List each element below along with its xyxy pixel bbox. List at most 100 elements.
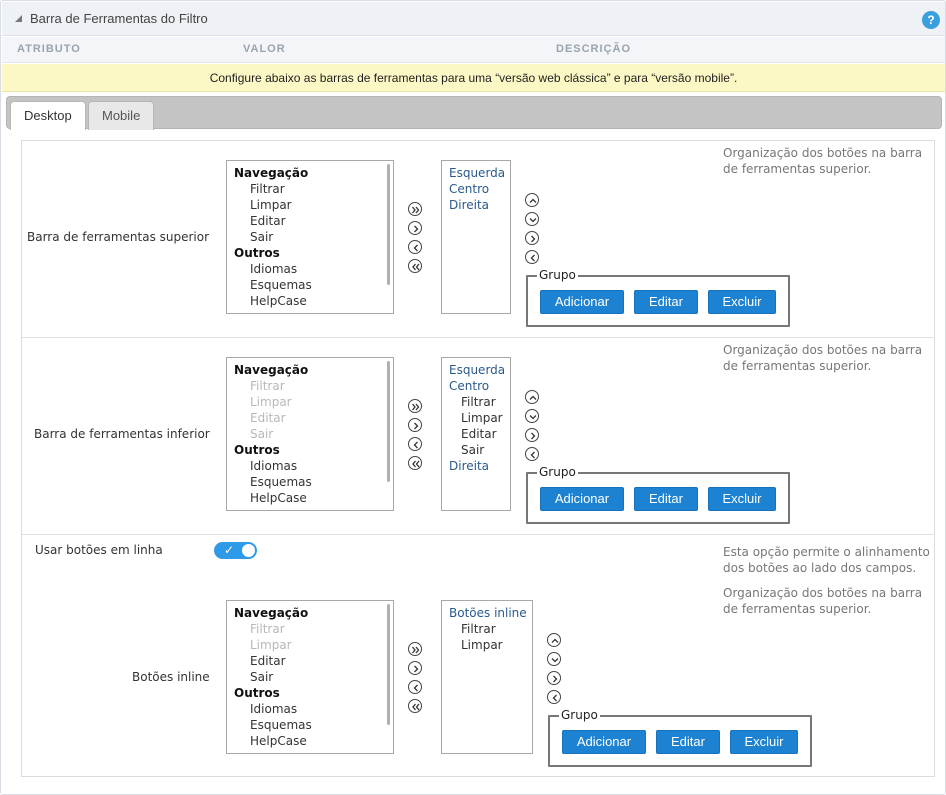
list-group: Outros [234, 686, 280, 700]
chevron-down-icon[interactable] [525, 212, 539, 226]
list-scrollbar[interactable] [387, 361, 390, 482]
chevron-down-icon[interactable] [525, 409, 539, 423]
add-group-button[interactable]: Adicionar [540, 290, 624, 314]
list-item[interactable]: Filtrar [250, 181, 285, 197]
double-chevron-right-icon[interactable] [408, 399, 422, 413]
check-icon: ✓ [224, 543, 235, 557]
top-available-buttons-list[interactable]: Navegação Filtrar Limpar Editar Sair Out… [226, 160, 394, 314]
inline-buttons-toggle[interactable]: ✓ [214, 542, 257, 559]
chevron-right-icon[interactable] [408, 418, 422, 432]
top-toolbar-label: Barra de ferramentas superior [27, 230, 210, 244]
bottom-toolbar-label: Barra de ferramentas inferior [34, 427, 210, 441]
notice-banner: Configure abaixo as barras de ferramenta… [2, 64, 945, 92]
double-chevron-left-icon[interactable] [408, 456, 422, 470]
chevron-left-icon[interactable] [408, 437, 422, 451]
list-group: Outros [234, 246, 280, 260]
chevron-right-icon[interactable] [408, 221, 422, 235]
list-item-disabled: Filtrar [250, 379, 285, 393]
list-item[interactable]: Esquemas [250, 474, 312, 490]
list-item[interactable]: Esquemas [250, 717, 312, 733]
list-item[interactable]: Esquemas [250, 277, 312, 293]
list-item[interactable]: Esquerda [449, 362, 505, 378]
bottom-available-buttons-list[interactable]: Navegação Filtrar Limpar Editar Sair Out… [226, 357, 394, 511]
collapse-triangle-icon[interactable] [15, 15, 22, 22]
chevron-left-icon[interactable] [525, 250, 539, 264]
list-item[interactable]: Centro [449, 378, 489, 394]
column-attribute: ATRIBUTO [17, 43, 81, 55]
list-item-disabled: Limpar [250, 395, 292, 409]
chevron-left-icon[interactable] [547, 690, 561, 704]
list-item[interactable]: Esquerda [449, 165, 505, 181]
tabs-bar: Desktop Mobile [6, 96, 942, 130]
list-group: Navegação [234, 606, 309, 620]
tab-desktop[interactable]: Desktop [10, 101, 86, 130]
inline-selected-buttons-list[interactable]: Botões inline Filtrar Limpar [441, 600, 533, 754]
inline-toggle-label: Usar botões em linha [35, 543, 163, 557]
chevron-left-icon[interactable] [408, 240, 422, 254]
chevron-right-icon[interactable] [408, 661, 422, 675]
chevron-up-icon[interactable] [525, 390, 539, 404]
list-item[interactable]: Editar [461, 426, 497, 442]
list-item[interactable]: Direita [449, 458, 489, 474]
chevron-up-icon[interactable] [547, 633, 561, 647]
list-item[interactable]: Sair [250, 669, 273, 685]
top-selected-buttons-list[interactable]: Esquerda Centro Direita [441, 160, 511, 314]
list-item[interactable]: Botões inline [449, 605, 527, 621]
double-chevron-right-icon[interactable] [408, 642, 422, 656]
list-item[interactable]: Idiomas [250, 261, 297, 277]
edit-group-button[interactable]: Editar [634, 290, 698, 314]
list-item[interactable]: Idiomas [250, 458, 297, 474]
double-chevron-left-icon[interactable] [408, 259, 422, 273]
inline-toggle-description: Esta opção permite o alinhamento dos bot… [723, 545, 930, 575]
tab-mobile[interactable]: Mobile [88, 101, 155, 130]
group-legend: Grupo [537, 465, 578, 479]
group-legend: Grupo [559, 708, 600, 722]
delete-group-button[interactable]: Excluir [730, 730, 798, 754]
add-group-button[interactable]: Adicionar [562, 730, 646, 754]
list-item[interactable]: HelpCase [250, 490, 307, 506]
list-group: Navegação [234, 363, 309, 377]
list-item-disabled: Limpar [250, 638, 292, 652]
bottom-selected-buttons-list[interactable]: Esquerda Centro Filtrar Limpar Editar Sa… [441, 357, 511, 511]
chevron-down-icon[interactable] [547, 652, 561, 666]
list-item[interactable]: HelpCase [250, 733, 307, 749]
chevron-right-icon[interactable] [525, 231, 539, 245]
add-group-button[interactable]: Adicionar [540, 487, 624, 511]
list-group: Outros [234, 443, 280, 457]
list-item[interactable]: HelpCase [250, 293, 307, 309]
panel-title-bar[interactable]: Barra de Ferramentas do Filtro ? [2, 2, 945, 36]
chevron-left-icon[interactable] [408, 680, 422, 694]
list-scrollbar[interactable] [387, 164, 390, 285]
delete-group-button[interactable]: Excluir [708, 487, 776, 511]
inline-available-buttons-list[interactable]: Navegação Filtrar Limpar Editar Sair Out… [226, 600, 394, 754]
list-item-disabled: Sair [250, 427, 274, 441]
list-item[interactable]: Idiomas [250, 701, 297, 717]
panel-title: Barra de Ferramentas do Filtro [30, 11, 208, 26]
chevron-left-icon[interactable] [525, 447, 539, 461]
list-item[interactable]: Centro [449, 181, 489, 197]
chevron-right-icon[interactable] [547, 671, 561, 685]
list-item[interactable]: Editar [250, 653, 286, 669]
list-item[interactable]: Limpar [461, 637, 503, 653]
list-item[interactable]: Limpar [461, 410, 503, 426]
chevron-up-icon[interactable] [525, 193, 539, 207]
list-scrollbar[interactable] [387, 604, 390, 725]
list-item[interactable]: Filtrar [461, 621, 496, 637]
list-item[interactable]: Editar [250, 213, 286, 229]
list-item[interactable]: Filtrar [461, 394, 496, 410]
bottom-toolbar-description: Organização dos botões na barra de ferra… [723, 343, 923, 373]
delete-group-button[interactable]: Excluir [708, 290, 776, 314]
list-item[interactable]: Sair [461, 442, 484, 458]
double-chevron-right-icon[interactable] [408, 202, 422, 216]
list-group: Navegação [234, 166, 309, 180]
row-separator [22, 337, 934, 338]
double-chevron-left-icon[interactable] [408, 699, 422, 713]
edit-group-button[interactable]: Editar [656, 730, 720, 754]
chevron-right-icon[interactable] [525, 428, 539, 442]
list-item[interactable]: Direita [449, 197, 489, 213]
column-header: ATRIBUTO VALOR DESCRIÇÃO [2, 37, 945, 63]
list-item[interactable]: Limpar [250, 197, 292, 213]
list-item[interactable]: Sair [250, 229, 273, 245]
edit-group-button[interactable]: Editar [634, 487, 698, 511]
help-icon[interactable]: ? [922, 11, 940, 29]
